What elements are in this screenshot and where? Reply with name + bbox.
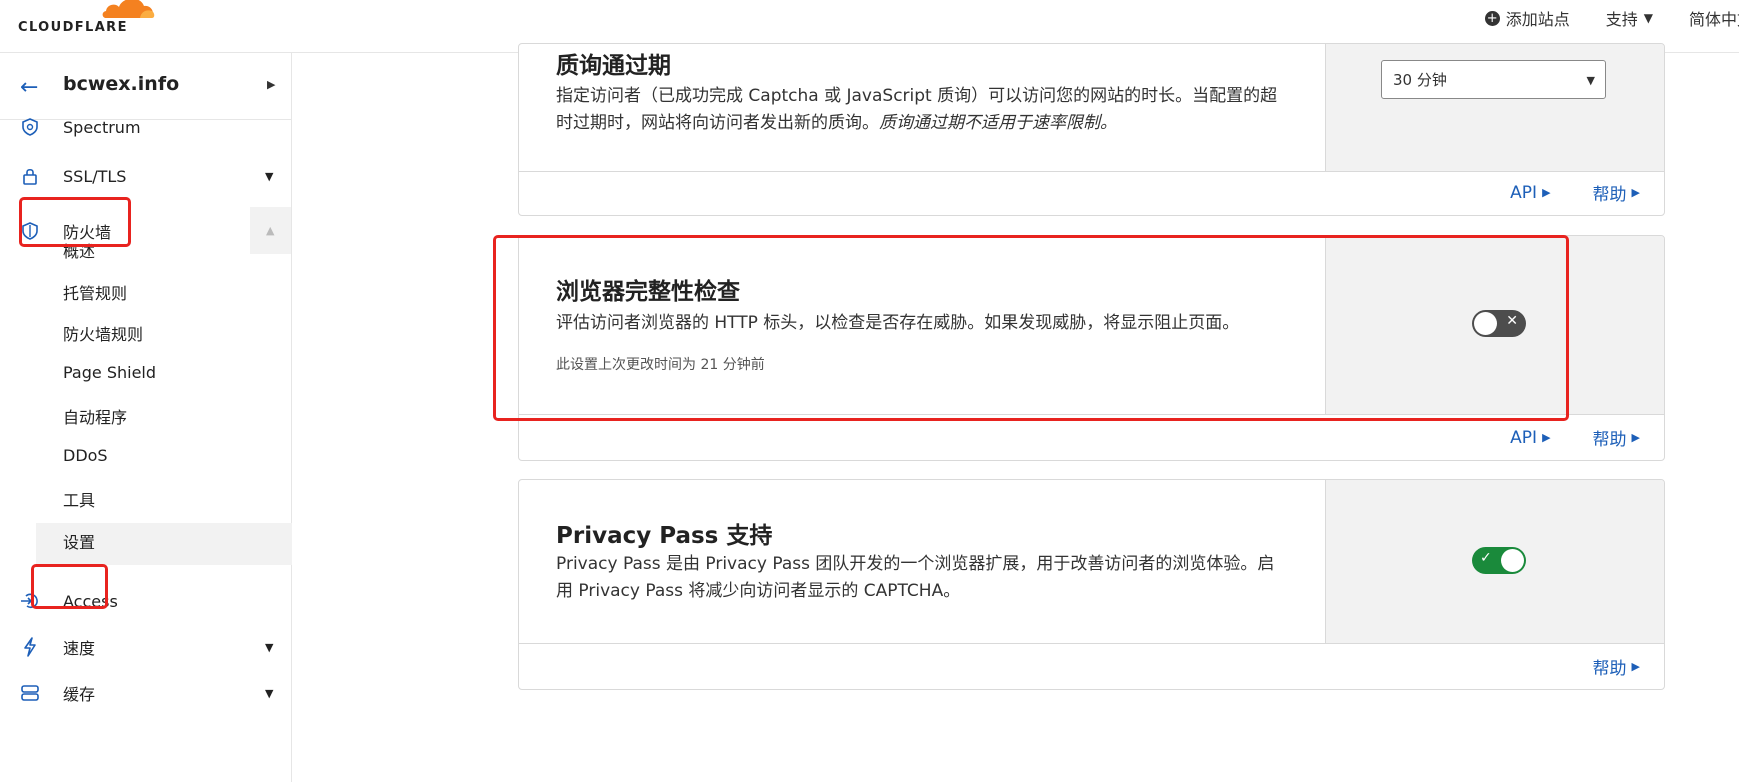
toggle-knob bbox=[1501, 549, 1524, 572]
challenge-passage-select[interactable]: 30 分钟 ▼ bbox=[1381, 60, 1606, 99]
card-description: 指定访问者（已成功完成 Captcha 或 JavaScript 质询）可以访问… bbox=[556, 83, 1286, 137]
lock-icon bbox=[20, 166, 40, 186]
sidebar-item-ssl-tls[interactable]: SSL/TLS ▼ bbox=[0, 162, 291, 190]
sidebar-item-label: Spectrum bbox=[63, 117, 141, 137]
caret-down-icon: ▼ bbox=[265, 686, 274, 700]
help-link[interactable]: 帮助 ▶ bbox=[1593, 180, 1640, 205]
chevron-down-icon: ▼ bbox=[1586, 74, 1595, 87]
sidebar-item-label: Access bbox=[63, 591, 118, 611]
top-right-nav: + 添加站点 支持 ▼ 简体中文 bbox=[1484, 6, 1739, 30]
sidebar: ← bcwex.info ▶ Spectrum SSL/TLS ▼ 防火墙 ▲ … bbox=[0, 53, 292, 782]
cloud-icon bbox=[102, 0, 155, 18]
sidebar-sub-overview[interactable]: 概述 bbox=[63, 238, 95, 262]
access-arrow-icon bbox=[20, 591, 40, 611]
back-arrow-icon[interactable]: ← bbox=[20, 75, 38, 100]
api-link[interactable]: API ▶ bbox=[1510, 428, 1550, 448]
sidebar-sub-tools[interactable]: 工具 bbox=[63, 487, 95, 511]
sidebar-sub-bots[interactable]: 自动程序 bbox=[63, 404, 127, 428]
caret-right-icon: ▶ bbox=[1631, 660, 1640, 673]
sidebar-item-access[interactable]: Access bbox=[0, 587, 291, 615]
api-label: API bbox=[1510, 427, 1538, 448]
sidebar-sub-firewall-rules[interactable]: 防火墙规则 bbox=[63, 321, 143, 345]
caret-right-icon: ▶ bbox=[1631, 431, 1640, 444]
sidebar-sub-settings[interactable]: 设置 bbox=[63, 529, 95, 553]
shield-gear-icon bbox=[20, 117, 40, 137]
support-label: 支持 bbox=[1605, 10, 1638, 29]
card-control: ✕ bbox=[1325, 236, 1664, 414]
caret-right-icon: ▶ bbox=[1542, 431, 1551, 444]
desc-italic-note: 质询通过期不适用于速率限制。 bbox=[879, 113, 1117, 133]
check-icon: ✓ bbox=[1480, 550, 1492, 566]
x-icon: ✕ bbox=[1506, 313, 1518, 329]
main-content: 质询通过期 指定访问者（已成功完成 Captcha 或 JavaScript 质… bbox=[293, 43, 1739, 782]
card-title: 浏览器完整性检查 bbox=[556, 279, 740, 305]
site-selector[interactable]: ← bcwex.info ▶ bbox=[0, 53, 291, 120]
caret-down-icon: ▼ bbox=[1643, 11, 1653, 25]
lightning-icon bbox=[20, 637, 40, 657]
privacy-pass-card: Privacy Pass 支持 Privacy Pass 是由 Privacy … bbox=[518, 479, 1665, 690]
card-body: 浏览器完整性检查 评估访问者浏览器的 HTTP 标头，以检查是否存在威胁。如果发… bbox=[519, 236, 1664, 415]
sidebar-item-cache[interactable]: 缓存 ▼ bbox=[0, 679, 291, 707]
card-footer: API ▶ 帮助 ▶ bbox=[1510, 415, 1664, 460]
caret-right-icon: ▶ bbox=[1542, 186, 1551, 199]
api-link[interactable]: API ▶ bbox=[1510, 183, 1550, 203]
plus-circle-icon: + bbox=[1484, 10, 1500, 26]
browser-integrity-toggle[interactable]: ✕ bbox=[1472, 310, 1526, 337]
select-value: 30 分钟 bbox=[1393, 71, 1447, 89]
chevron-right-icon[interactable]: ▶ bbox=[267, 78, 275, 91]
sidebar-item-label: SSL/TLS bbox=[63, 166, 127, 186]
logo-text: CLOUDFLARE bbox=[18, 20, 128, 35]
help-link[interactable]: 帮助 ▶ bbox=[1593, 654, 1640, 679]
sidebar-item-label: 缓存 bbox=[63, 685, 96, 704]
card-content: 浏览器完整性检查 评估访问者浏览器的 HTTP 标头，以检查是否存在威胁。如果发… bbox=[519, 236, 1325, 414]
caret-up-icon: ▲ bbox=[266, 224, 275, 237]
shield-icon bbox=[20, 221, 40, 241]
card-content: 质询通过期 指定访问者（已成功完成 Captcha 或 JavaScript 质… bbox=[519, 44, 1325, 171]
challenge-passage-card: 质询通过期 指定访问者（已成功完成 Captcha 或 JavaScript 质… bbox=[518, 43, 1665, 216]
card-control: ✓ bbox=[1325, 480, 1664, 643]
sidebar-item-speed[interactable]: 速度 ▼ bbox=[0, 633, 291, 661]
help-label: 帮助 bbox=[1592, 185, 1627, 205]
help-label: 帮助 bbox=[1592, 430, 1627, 450]
card-body: 质询通过期 指定访问者（已成功完成 Captcha 或 JavaScript 质… bbox=[519, 44, 1664, 172]
card-footer: API ▶ 帮助 ▶ bbox=[1510, 170, 1664, 215]
language-menu[interactable]: 简体中文 bbox=[1689, 6, 1739, 30]
card-description: Privacy Pass 是由 Privacy Pass 团队开发的一个浏览器扩… bbox=[556, 554, 1275, 601]
add-site-label: 添加站点 bbox=[1505, 10, 1570, 29]
support-menu[interactable]: 支持 ▼ bbox=[1606, 6, 1653, 30]
site-name: bcwex.info bbox=[63, 73, 180, 95]
caret-right-icon: ▶ bbox=[1631, 186, 1640, 199]
card-footer: 帮助 ▶ bbox=[1593, 644, 1664, 689]
card-body: Privacy Pass 支持 Privacy Pass 是由 Privacy … bbox=[519, 480, 1664, 644]
card-title: 质询通过期 bbox=[556, 53, 671, 79]
sidebar-sub-ddos[interactable]: DDoS bbox=[63, 446, 108, 465]
toggle-knob bbox=[1474, 312, 1497, 335]
browser-integrity-card: 浏览器完整性检查 评估访问者浏览器的 HTTP 标头，以检查是否存在威胁。如果发… bbox=[518, 235, 1665, 461]
storage-icon bbox=[20, 683, 40, 703]
card-title: Privacy Pass 支持 bbox=[556, 523, 773, 549]
caret-down-icon: ▼ bbox=[265, 640, 274, 654]
sidebar-item-spectrum[interactable]: Spectrum bbox=[0, 113, 291, 141]
help-label: 帮助 bbox=[1592, 659, 1627, 679]
add-site-button[interactable]: + 添加站点 bbox=[1484, 6, 1570, 30]
card-control: 30 分钟 ▼ bbox=[1325, 44, 1664, 171]
sidebar-sub-managed-rules[interactable]: 托管规则 bbox=[63, 280, 127, 304]
card-content: Privacy Pass 支持 Privacy Pass 是由 Privacy … bbox=[519, 480, 1325, 643]
sidebar-item-firewall[interactable]: 防火墙 ▲ bbox=[0, 207, 291, 254]
last-changed-text: 此设置上次更改时间为 21 分钟前 bbox=[556, 357, 765, 373]
caret-down-icon: ▼ bbox=[265, 169, 274, 183]
privacy-pass-toggle[interactable]: ✓ bbox=[1472, 547, 1526, 574]
api-label: API bbox=[1510, 182, 1538, 203]
sidebar-item-label: 速度 bbox=[63, 639, 96, 658]
cloudflare-logo[interactable]: CLOUDFLARE bbox=[18, 0, 155, 40]
card-description: 评估访问者浏览器的 HTTP 标头，以检查是否存在威胁。如果发现威胁，将显示阻止… bbox=[556, 313, 1240, 333]
sidebar-sub-page-shield[interactable]: Page Shield bbox=[63, 363, 156, 382]
help-link[interactable]: 帮助 ▶ bbox=[1593, 425, 1640, 450]
